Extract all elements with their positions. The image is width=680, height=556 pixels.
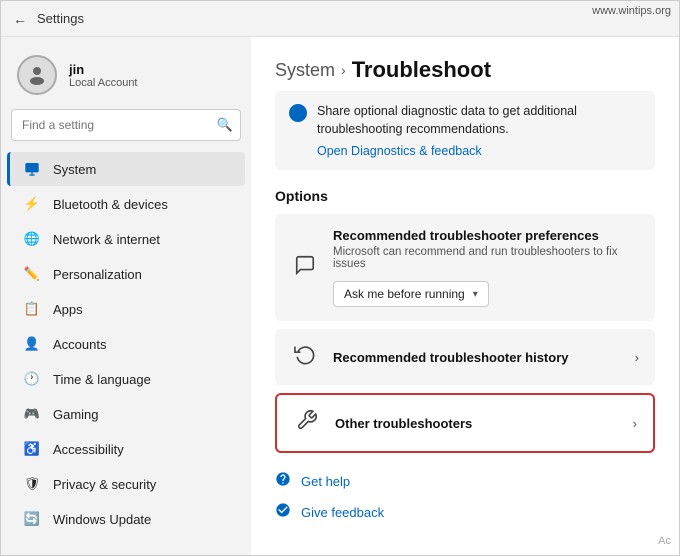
recommended-prefs-desc: Microsoft can recommend and run troubles…	[333, 246, 639, 270]
open-diagnostics-link[interactable]: Open Diagnostics & feedback	[317, 144, 641, 158]
get-help-link[interactable]: Get help	[275, 471, 655, 492]
accessibility-icon: ♿	[23, 440, 41, 458]
avatar	[17, 55, 57, 95]
other-troubleshooters-chevron: ›	[633, 416, 637, 431]
dropdown-select: Ask me before running ▾	[333, 281, 639, 307]
dropdown-value: Ask me before running	[344, 287, 465, 301]
sidebar-item-windows-update[interactable]: 🔄 Windows Update	[7, 502, 245, 536]
bluetooth-icon: ⚡	[23, 195, 41, 213]
sidebar-label-time: Time & language	[53, 372, 151, 387]
gaming-icon: 🎮	[23, 405, 41, 423]
footer-links: Get help Give feedback	[275, 471, 655, 523]
main-layout: jin Local Account 🔍 System ⚡	[1, 37, 679, 555]
give-feedback-icon	[275, 502, 291, 523]
info-banner: Share optional diagnostic data to get ad…	[275, 91, 655, 170]
sidebar-label-personalization: Personalization	[53, 267, 142, 282]
dropdown-arrow-icon: ▾	[473, 289, 478, 300]
accounts-icon: 👤	[23, 335, 41, 353]
system-icon	[23, 160, 41, 178]
activate-badge: Ac	[658, 535, 671, 547]
get-help-text: Get help	[301, 474, 350, 489]
sidebar-item-time[interactable]: 🕐 Time & language	[7, 362, 245, 396]
sidebar-item-personalization[interactable]: ✏️ Personalization	[7, 257, 245, 291]
recommended-history-icon	[291, 343, 319, 371]
other-troubleshooters-title: Other troubleshooters	[335, 416, 619, 431]
apps-icon: 📋	[23, 300, 41, 318]
sidebar-item-network[interactable]: 🌐 Network & internet	[7, 222, 245, 256]
sidebar-label-gaming: Gaming	[53, 407, 99, 422]
options-title: Options	[275, 188, 655, 204]
recommended-prefs-title: Recommended troubleshooter preferences	[333, 228, 639, 243]
info-dot	[289, 104, 307, 122]
user-type: Local Account	[69, 77, 138, 89]
sidebar-label-bluetooth: Bluetooth & devices	[53, 197, 168, 212]
recommended-history-content: Recommended troubleshooter history	[333, 350, 621, 365]
time-icon: 🕐	[23, 370, 41, 388]
give-feedback-link[interactable]: Give feedback	[275, 502, 655, 523]
get-help-icon	[275, 471, 291, 492]
sidebar-item-apps[interactable]: 📋 Apps	[7, 292, 245, 326]
sidebar-label-accounts: Accounts	[53, 337, 106, 352]
other-troubleshooters-content: Other troubleshooters	[335, 416, 619, 431]
breadcrumb-parent: System	[275, 60, 335, 81]
recommended-history-title: Recommended troubleshooter history	[333, 350, 621, 365]
sidebar-item-privacy[interactable]: 🛡 Privacy & security	[7, 467, 245, 501]
search-box: 🔍	[11, 109, 241, 141]
sidebar-label-network: Network & internet	[53, 232, 160, 247]
sidebar-label-accessibility: Accessibility	[53, 442, 124, 457]
recommended-prefs-content: Recommended troubleshooter preferences M…	[333, 228, 639, 307]
back-button[interactable]: ←	[13, 11, 27, 27]
user-info: jin Local Account	[69, 62, 138, 89]
sidebar-item-bluetooth[interactable]: ⚡ Bluetooth & devices	[7, 187, 245, 221]
info-banner-text: Share optional diagnostic data to get ad…	[317, 103, 641, 138]
option-other-troubleshooters[interactable]: Other troubleshooters ›	[275, 393, 655, 453]
recommended-history-chevron: ›	[635, 350, 639, 365]
option-recommended-history[interactable]: Recommended troubleshooter history ›	[275, 329, 655, 385]
recommended-prefs-icon	[291, 254, 319, 282]
sidebar: jin Local Account 🔍 System ⚡	[1, 37, 251, 555]
personalization-icon: ✏️	[23, 265, 41, 283]
ask-before-running-dropdown[interactable]: Ask me before running ▾	[333, 281, 489, 307]
other-troubleshooters-icon	[293, 409, 321, 437]
breadcrumb: System › Troubleshoot	[275, 57, 655, 83]
sidebar-item-gaming[interactable]: 🎮 Gaming	[7, 397, 245, 431]
option-recommended-prefs[interactable]: Recommended troubleshooter preferences M…	[275, 214, 655, 321]
info-text-block: Share optional diagnostic data to get ad…	[317, 103, 641, 158]
title-bar-title: Settings	[37, 11, 84, 26]
sidebar-item-accounts[interactable]: 👤 Accounts	[7, 327, 245, 361]
windows-update-icon: 🔄	[23, 510, 41, 528]
title-bar: ← Settings	[1, 1, 679, 37]
nav-list: System ⚡ Bluetooth & devices 🌐 Network &…	[1, 151, 251, 537]
settings-window: www.wintips.org ← Settings jin Local Acc…	[0, 0, 680, 556]
user-profile[interactable]: jin Local Account	[1, 45, 251, 109]
sidebar-label-windows-update: Windows Update	[53, 512, 151, 527]
user-name: jin	[69, 62, 138, 77]
breadcrumb-current: Troubleshoot	[352, 57, 491, 83]
watermark: www.wintips.org	[592, 5, 671, 17]
content-area: System › Troubleshoot Share optional dia…	[251, 37, 679, 555]
search-icon[interactable]: 🔍	[217, 117, 233, 133]
give-feedback-text: Give feedback	[301, 505, 384, 520]
breadcrumb-separator: ›	[341, 62, 346, 78]
privacy-icon: 🛡	[23, 475, 41, 493]
search-input[interactable]	[11, 109, 241, 141]
sidebar-item-accessibility[interactable]: ♿ Accessibility	[7, 432, 245, 466]
sidebar-label-system: System	[53, 162, 96, 177]
sidebar-label-privacy: Privacy & security	[53, 477, 156, 492]
sidebar-item-system[interactable]: System	[7, 152, 245, 186]
network-icon: 🌐	[23, 230, 41, 248]
sidebar-label-apps: Apps	[53, 302, 83, 317]
